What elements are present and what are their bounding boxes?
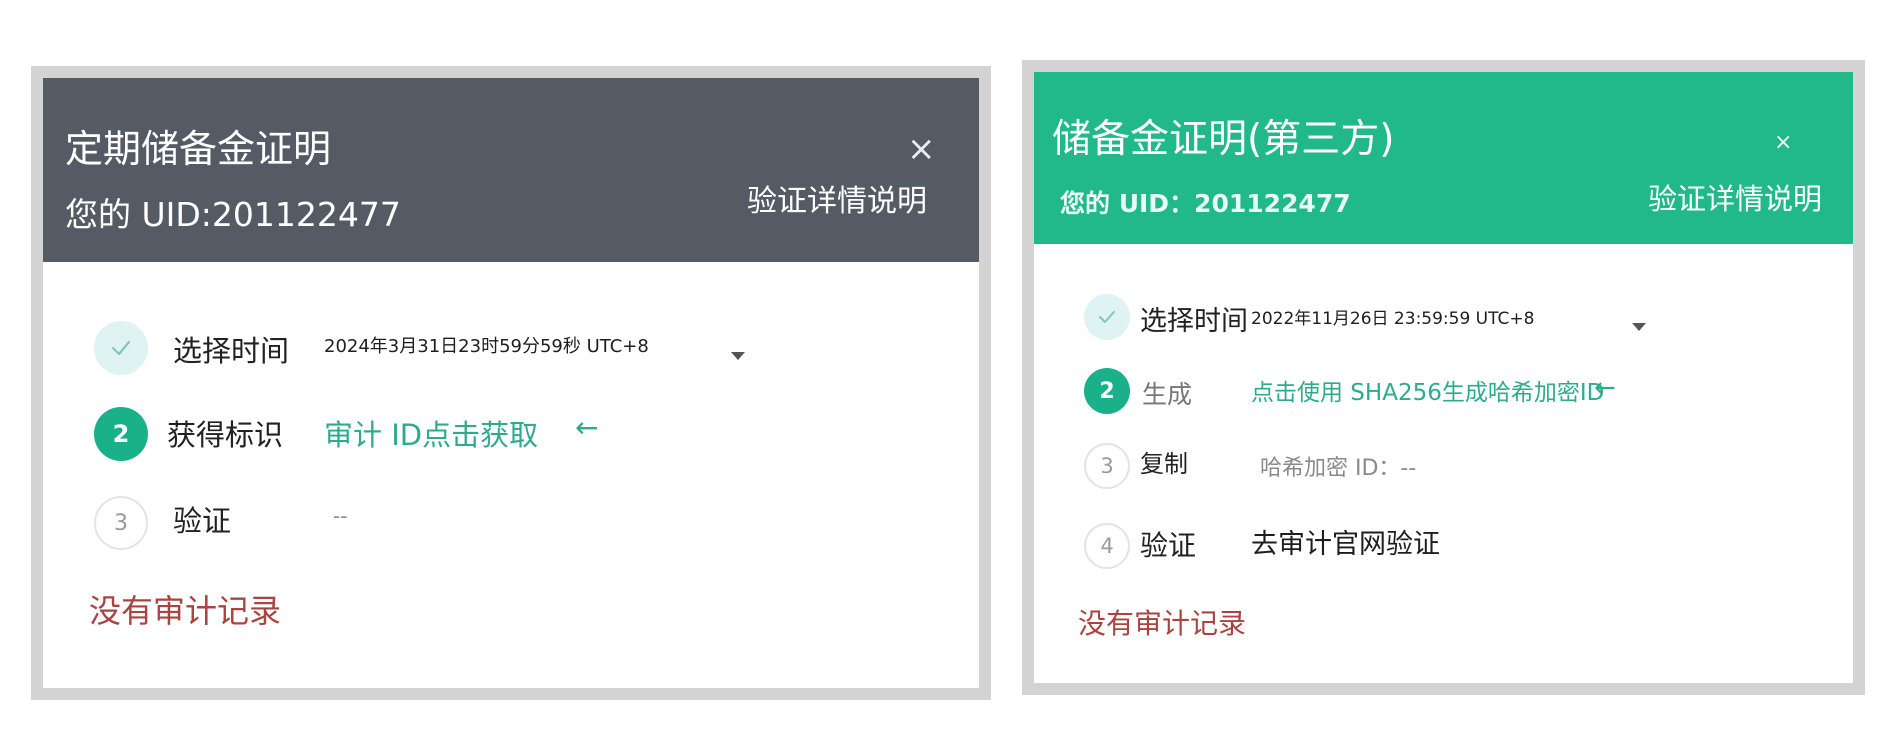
step-2-badge: 2: [1084, 368, 1130, 414]
reserve-proof-dialog-periodic: 定期储备金证明 您的 UID:201122477 × 验证详情说明 选择时间 2…: [31, 66, 991, 700]
step-3-badge: 3: [1084, 443, 1130, 489]
dialog-header: 定期储备金证明 您的 UID:201122477 × 验证详情说明: [43, 78, 979, 262]
step-1-label: 选择时间: [173, 334, 290, 368]
step-3-badge: 3: [94, 496, 148, 550]
uid-label: 您的 UID：201122477: [1060, 189, 1351, 218]
time-select-value[interactable]: 2022年11月26日 23:59:59 UTC+8: [1251, 304, 1534, 329]
chevron-down-icon[interactable]: [1632, 323, 1646, 331]
no-audit-record-link[interactable]: 没有审计记录: [1078, 602, 1246, 642]
reserve-proof-dialog-third-party: 储备金证明(第三方) 您的 UID：201122477 × 验证详情说明 选择时…: [1022, 60, 1865, 695]
step-4-label: 验证: [1140, 529, 1197, 562]
chevron-down-icon[interactable]: [731, 352, 745, 360]
verification-details-link[interactable]: 验证详情说明: [747, 176, 927, 220]
step-2-badge: 2: [94, 407, 148, 461]
time-select-value[interactable]: 2024年3月31日23时59分59秒 UTC+8: [324, 332, 649, 358]
verification-details-link[interactable]: 验证详情说明: [1648, 176, 1822, 218]
audit-site-verify-link[interactable]: 去审计官网验证: [1251, 522, 1440, 561]
step-1-label: 选择时间: [1140, 306, 1248, 337]
step-3-label: 验证: [173, 504, 232, 538]
arrow-left-icon: ←: [575, 411, 599, 444]
step-1-badge: [1084, 294, 1130, 340]
uid-label: 您的 UID:201122477: [65, 195, 401, 234]
step-3-label: 复制: [1140, 450, 1188, 478]
close-icon[interactable]: ×: [907, 132, 936, 166]
close-icon[interactable]: ×: [1774, 132, 1792, 154]
generate-sha256-hash-link[interactable]: 点击使用 SHA256生成哈希加密ID: [1251, 373, 1604, 407]
hash-id-value: 哈希加密 ID：--: [1260, 456, 1417, 481]
step-2-label: 生成: [1142, 380, 1193, 409]
check-icon: [1099, 311, 1115, 323]
dialog-header: 储备金证明(第三方) 您的 UID：201122477 × 验证详情说明: [1034, 72, 1853, 244]
no-audit-record-link[interactable]: 没有审计记录: [89, 586, 281, 632]
arrow-left-icon: ←: [1594, 373, 1616, 403]
get-audit-id-link[interactable]: 审计 ID点击获取: [324, 412, 538, 454]
step-4-badge: 4: [1084, 523, 1130, 569]
dialog-title: 储备金证明(第三方): [1052, 117, 1395, 162]
step-1-badge: [94, 321, 148, 375]
check-icon: [111, 340, 131, 356]
verify-value: --: [333, 504, 348, 528]
dialog-title: 定期储备金证明: [65, 127, 332, 171]
step-2-label: 获得标识: [167, 418, 284, 452]
